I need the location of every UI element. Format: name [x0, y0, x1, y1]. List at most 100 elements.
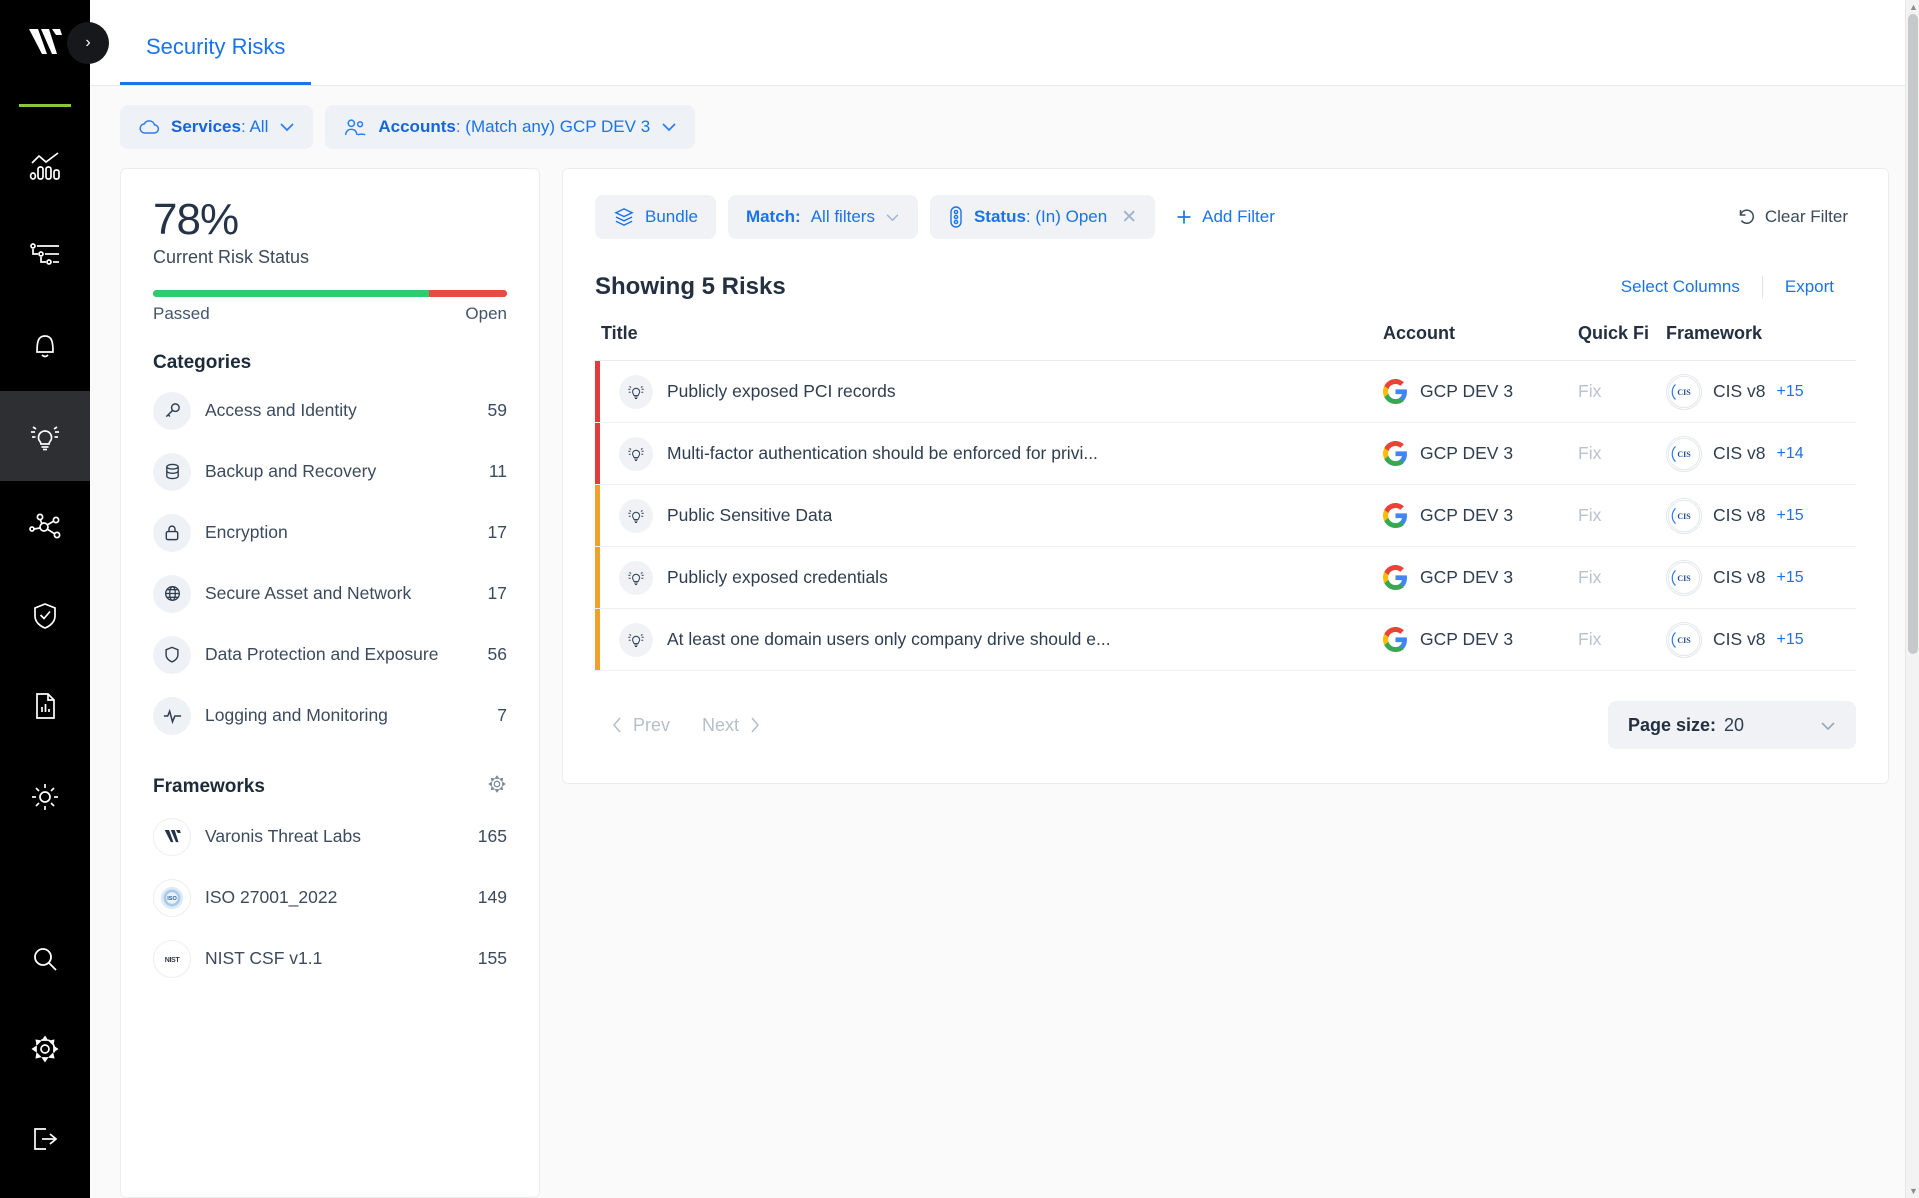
cis-badge-icon: CIS — [1666, 622, 1702, 658]
account-name: GCP DEV 3 — [1420, 443, 1513, 464]
prev-page-button[interactable]: Prev — [595, 715, 686, 736]
sidebar-item-compliance[interactable] — [0, 571, 90, 661]
frameworks-settings-gear-icon[interactable] — [487, 774, 507, 800]
quick-fix-button[interactable]: Fix — [1578, 567, 1601, 587]
framework-more-count[interactable]: +15 — [1777, 569, 1804, 587]
filter-chip-services-label: Services: All — [171, 117, 268, 137]
scroll-up-arrow[interactable]: ▲ — [1909, 2, 1918, 12]
framework-label: NIST CSF v1.1 — [205, 947, 478, 971]
page-size-label: Page size: — [1628, 715, 1716, 736]
frameworks-heading: Frameworks — [153, 774, 507, 800]
table-row[interactable]: Public Sensitive Data — [595, 485, 1856, 547]
shield-icon — [153, 636, 191, 674]
filter-chip-services[interactable]: Services: All — [120, 105, 313, 149]
framework-varonis-threat-labs[interactable]: Varonis Threat Labs 165 — [153, 806, 507, 867]
database-icon — [153, 453, 191, 491]
category-count: 17 — [488, 522, 507, 543]
row-framework-cell: CIS CIS v8 +15 — [1666, 485, 1856, 547]
sidebar-item-network[interactable] — [0, 481, 90, 571]
category-count: 11 — [489, 461, 507, 482]
quick-fix-button[interactable]: Fix — [1578, 505, 1601, 525]
svg-text:CIS: CIS — [1677, 449, 1691, 458]
sidebar-item-policies[interactable] — [0, 211, 90, 301]
category-backup-and-recovery[interactable]: Backup and Recovery 11 — [153, 441, 507, 502]
category-access-and-identity[interactable]: Access and Identity 59 — [153, 380, 507, 441]
scroll-thumb[interactable] — [1908, 14, 1918, 654]
account-content: GCP DEV 3 — [1383, 379, 1578, 404]
row-quickfix-cell: Fix — [1578, 423, 1666, 485]
framework-nist-csf-v1-1[interactable]: NIST NIST CSF v1.1 155 — [153, 928, 507, 989]
chevron-down-icon — [885, 213, 900, 222]
quick-fix-button[interactable]: Fix — [1578, 629, 1601, 649]
lightbulb-icon — [619, 375, 653, 409]
clear-filter-button[interactable]: Clear Filter — [1728, 207, 1856, 227]
chevron-right-icon: › — [85, 34, 90, 52]
export-button[interactable]: Export — [1763, 277, 1856, 297]
rail-accent-line — [19, 104, 71, 107]
close-icon[interactable]: ✕ — [1121, 206, 1137, 229]
title-content: At least one domain users only company d… — [595, 623, 1383, 657]
column-header-quick-fix[interactable]: Quick Fi — [1578, 323, 1666, 361]
sidebar-item-dashboard[interactable] — [0, 121, 90, 211]
risk-score: 78% — [153, 197, 507, 243]
category-secure-asset-and-network[interactable]: Secure Asset and Network 17 — [153, 563, 507, 624]
lightbulb-icon — [619, 499, 653, 533]
quick-fix-button[interactable]: Fix — [1578, 381, 1601, 401]
page-size-select[interactable]: Page size: 20 — [1608, 701, 1856, 749]
match-filter-chip[interactable]: Match: All filters — [728, 195, 918, 239]
framework-more-count[interactable]: +15 — [1777, 507, 1804, 525]
select-columns-button[interactable]: Select Columns — [1599, 277, 1762, 297]
traffic-light-icon — [948, 205, 964, 229]
column-header-framework[interactable]: Framework — [1666, 323, 1856, 361]
next-page-button[interactable]: Next — [686, 715, 777, 736]
sidebar-item-settings[interactable] — [0, 1004, 90, 1094]
row-account-cell: GCP DEV 3 — [1383, 423, 1578, 485]
categories-heading: Categories — [153, 352, 507, 374]
clear-filter-label: Clear Filter — [1765, 207, 1848, 227]
sidebar-item-security-risks[interactable] — [0, 391, 90, 481]
sidebar-item-search[interactable] — [0, 914, 90, 1004]
framework-more-count[interactable]: +15 — [1777, 631, 1804, 649]
quick-fix-button[interactable]: Fix — [1578, 443, 1601, 463]
scroll-down-arrow[interactable]: ▼ — [1909, 1186, 1918, 1196]
category-logging-and-monitoring[interactable]: Logging and Monitoring 7 — [153, 685, 507, 746]
sidebar-item-alerts[interactable] — [0, 301, 90, 391]
column-header-account[interactable]: Account — [1383, 323, 1578, 361]
table-row[interactable]: At least one domain users only company d… — [595, 609, 1856, 671]
row-quickfix-cell: Fix — [1578, 361, 1666, 423]
category-data-protection-and-exposure[interactable]: Data Protection and Exposure 56 — [153, 624, 507, 685]
bundle-label: Bundle — [645, 207, 698, 227]
risk-title: Publicly exposed PCI records — [667, 381, 896, 402]
sidebar-item-insights[interactable] — [0, 751, 90, 841]
category-encryption[interactable]: Encryption 17 — [153, 502, 507, 563]
svg-text:CIS: CIS — [1677, 387, 1691, 396]
page-size-value: 20 — [1724, 715, 1744, 736]
gear-icon — [30, 1034, 60, 1064]
framework-label: Varonis Threat Labs — [205, 825, 478, 849]
cis-badge-icon: CIS — [1666, 560, 1702, 596]
add-filter-button[interactable]: Add Filter — [1167, 207, 1283, 227]
framework-iso-27001-2022[interactable]: ISO ISO 27001_2022 149 — [153, 867, 507, 928]
sidebar-item-reports[interactable] — [0, 661, 90, 751]
severity-indicator — [595, 609, 600, 670]
column-header-title[interactable]: Title — [595, 323, 1383, 361]
status-filter-chip[interactable]: Status: (In) Open ✕ — [930, 195, 1155, 239]
table-row[interactable]: Multi-factor authentication should be en… — [595, 423, 1856, 485]
tab-security-risks[interactable]: Security Risks — [120, 34, 311, 85]
table-row[interactable]: Publicly exposed PCI records — [595, 361, 1856, 423]
table-row[interactable]: Publicly exposed credentials — [595, 547, 1856, 609]
framework-more-count[interactable]: +15 — [1777, 383, 1804, 401]
sidebar-item-logout[interactable] — [0, 1094, 90, 1184]
page-scrollbar[interactable]: ▲ ▼ — [1905, 0, 1919, 1198]
expand-sidebar-button[interactable]: › — [67, 22, 109, 64]
framework-more-count[interactable]: +14 — [1777, 445, 1804, 463]
framework-count: 155 — [478, 948, 507, 969]
frameworks-heading-label: Frameworks — [153, 776, 265, 798]
bundle-button[interactable]: Bundle — [595, 195, 716, 239]
filter-chip-accounts[interactable]: Accounts: (Match any) GCP DEV 3 — [325, 105, 695, 149]
title-content: Publicly exposed PCI records — [595, 375, 1383, 409]
categories-list: Access and Identity 59 Backup and Recove… — [153, 380, 507, 746]
google-icon — [1383, 441, 1408, 466]
report-icon — [31, 690, 59, 722]
account-name: GCP DEV 3 — [1420, 567, 1513, 588]
